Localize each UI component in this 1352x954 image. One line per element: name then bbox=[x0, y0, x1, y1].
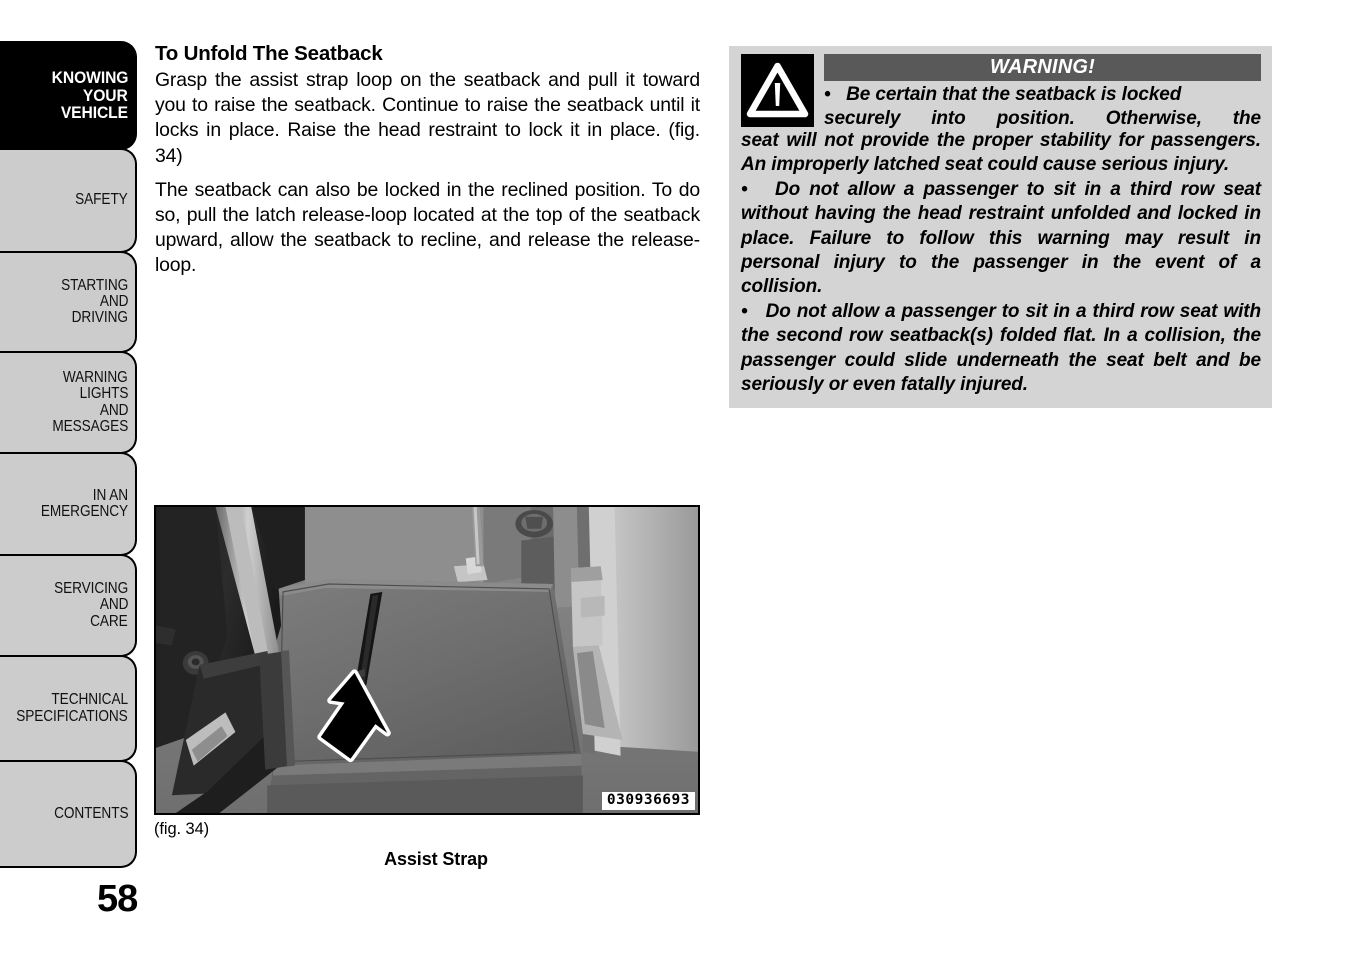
sidebar-tab-label-line: DRIVING bbox=[71, 309, 128, 327]
warning-first-bullet-rest: seat will not provide the proper stabili… bbox=[741, 130, 1261, 176]
sidebar-tab-contents[interactable]: CONTENTS bbox=[0, 760, 137, 868]
sidebar-tab-label-line: CONTENTS bbox=[53, 804, 128, 822]
sidebar-tab-label-line: CARE bbox=[90, 612, 128, 630]
body-paragraph-1: Grasp the assist strap loop on the seatb… bbox=[155, 69, 700, 167]
page-number: 58 bbox=[97, 878, 138, 920]
sidebar-tab-label-line: IN AN bbox=[92, 486, 128, 504]
warning-first-bullet-text-1: Be certain that the seatback is locked bbox=[846, 84, 1182, 105]
sidebar-tab-label-line: MESSAGES bbox=[52, 417, 128, 435]
sidebar-tab-label-line: WARNING bbox=[63, 369, 128, 387]
sidebar-tab-label-line: AND bbox=[99, 292, 128, 310]
warning-bullet-3: • Do not allow a passenger to sit in a t… bbox=[741, 300, 1261, 398]
photo-id-label: 030936693 bbox=[601, 791, 695, 810]
sidebar-tab-technical-specifications[interactable]: TECHNICAL SPECIFICATIONS bbox=[0, 655, 137, 762]
warning-title: WARNING! bbox=[824, 54, 1261, 81]
seat-photo-illustration bbox=[156, 507, 698, 813]
page-title: To Unfold The Seatback bbox=[155, 42, 383, 65]
sidebar-tab-label-line: STARTING bbox=[60, 276, 128, 294]
sidebar-tab-label-line: SERVICING bbox=[53, 580, 128, 598]
sidebar-tab-label-line: YOUR bbox=[83, 85, 128, 105]
sidebar-tab-label-line: AND bbox=[99, 401, 128, 419]
warning-triangle-glyph bbox=[741, 54, 814, 127]
main-text-column: To Unfold The Seatback Grasp the assist … bbox=[155, 41, 700, 287]
warning-bullet-3-text: Do not allow a passenger to sit in a thi… bbox=[741, 300, 1261, 396]
figure-caption: Assist Strap bbox=[384, 848, 488, 869]
warning-box: WARNING! • Be certain that the seatback … bbox=[729, 46, 1272, 409]
sidebar-tab-label-line: VEHICLE bbox=[60, 103, 128, 123]
sidebar-tab-knowing-your-vehicle[interactable]: KNOWING YOUR VEHICLE bbox=[0, 41, 137, 150]
body-paragraph-2: The seatback can also be locked in the r… bbox=[155, 178, 700, 277]
sidebar-tab-label-line: AND bbox=[99, 596, 128, 614]
warning-triangle-icon bbox=[741, 54, 814, 127]
sidebar-tab-servicing-and-care[interactable]: SERVICING AND CARE bbox=[0, 554, 137, 657]
warning-first-bullet-indented: • Be certain that the seatback is locked… bbox=[824, 83, 1261, 129]
figure-label: (fig. 34) bbox=[154, 820, 210, 838]
warning-body: seat will not provide the proper stabili… bbox=[741, 129, 1261, 397]
sidebar-tab-label-line: TECHNICAL bbox=[51, 691, 128, 709]
sidebar-tab-safety[interactable]: SAFETY bbox=[0, 148, 137, 253]
sidebar-tab-label-line: LIGHTS bbox=[79, 385, 128, 403]
sidebar-tab-label-line: KNOWING bbox=[51, 67, 128, 87]
sidebar-tab-label-line: SPECIFICATIONS bbox=[16, 707, 129, 725]
sidebar-tab-in-an-emergency[interactable]: IN AN EMERGENCY bbox=[0, 452, 137, 556]
figure-block: 030936693 (fig. 34) Assist Strap bbox=[154, 505, 700, 870]
sidebar-tab-label-line: SAFETY bbox=[75, 191, 128, 209]
warning-first-bullet-line-1: • Be certain that the seatback is locked bbox=[824, 83, 1261, 107]
sidebar-tab-starting-and-driving[interactable]: STARTING AND DRIVING bbox=[0, 251, 137, 353]
sidebar-tab-label-line: EMERGENCY bbox=[40, 503, 128, 520]
sidebar-tab-warning-lights-and-messages[interactable]: WARNING LIGHTS AND MESSAGES bbox=[0, 351, 137, 454]
warning-bullet-2-text: Do not allow a passenger to sit in a thi… bbox=[741, 178, 1261, 298]
seat-photo: 030936693 bbox=[154, 505, 700, 815]
warning-bullet-2: • Do not allow a passenger to sit in a t… bbox=[741, 178, 1261, 300]
sidebar-tab-navigation: KNOWING YOUR VEHICLE SAFETY STARTING AND DRIVI… bbox=[0, 41, 137, 868]
